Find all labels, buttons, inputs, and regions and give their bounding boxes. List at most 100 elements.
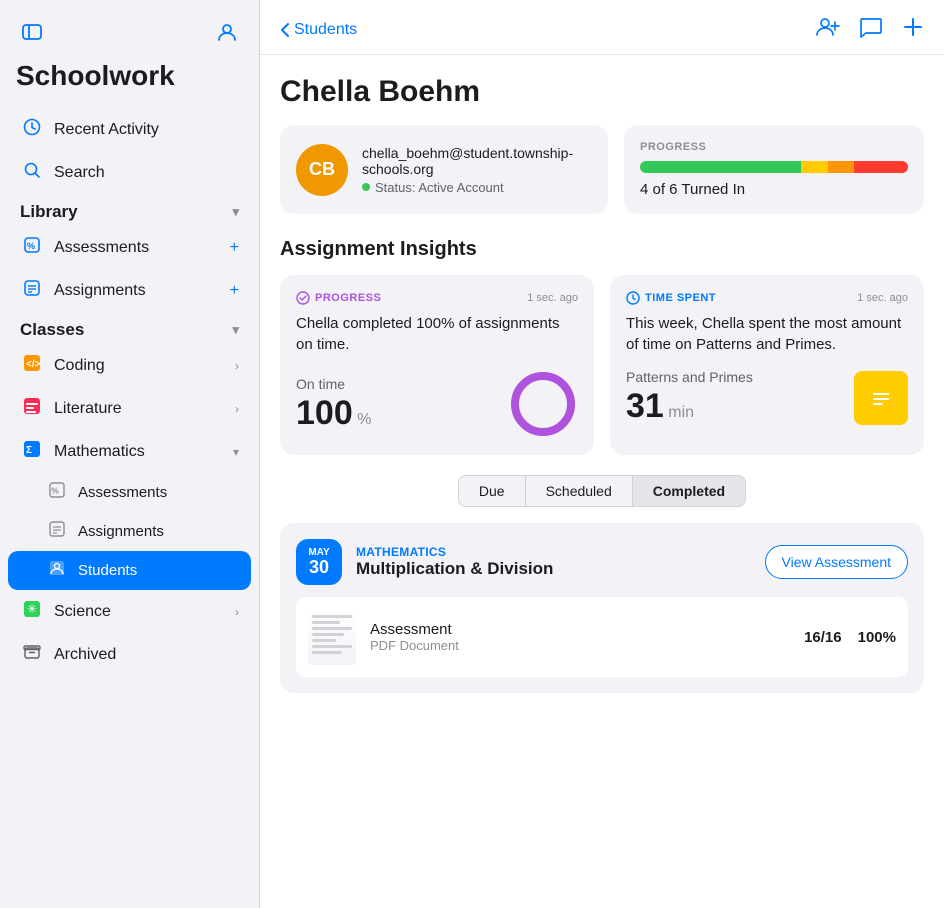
date-month: MAY [308, 547, 329, 558]
filter-tab-due[interactable]: Due [458, 475, 526, 507]
student-avatar: CB [296, 144, 348, 196]
progress-insight-text: Chella completed 100% of assignments on … [296, 313, 578, 355]
notepad-icon [854, 371, 908, 425]
header-actions [816, 16, 924, 44]
svg-text:%: % [52, 487, 59, 496]
add-button[interactable] [902, 16, 924, 44]
classes-label: Classes [20, 320, 84, 340]
sidebar-navigation: Recent Activity Search Library ▾ % [0, 108, 259, 908]
assignment-header: MAY 30 MATHEMATICS Multiplication & Divi… [296, 539, 908, 585]
library-label: Library [20, 202, 78, 222]
mathematics-chevron-icon: ▾ [233, 445, 239, 459]
sidebar: Schoolwork Recent Activity Search [0, 0, 260, 908]
detail-info: Assessment PDF Document [370, 621, 790, 653]
status-dot-icon [362, 183, 370, 191]
patterns-label: Patterns and Primes [626, 369, 753, 385]
on-time-label: On time [296, 376, 371, 392]
progress-metric: On time 100 % [296, 369, 578, 439]
progress-bar-green [640, 161, 801, 173]
document-thumbnail [308, 609, 356, 665]
assignment-class-label: MATHEMATICS [356, 545, 751, 559]
filter-tabs: Due Scheduled Completed [280, 475, 924, 507]
sidebar-item-math-students[interactable]: Students [8, 551, 251, 590]
main-content-area: Students [260, 0, 944, 908]
sidebar-item-math-assignments[interactable]: Assignments [8, 512, 251, 551]
archived-icon [20, 643, 44, 666]
sidebar-item-coding-label: Coding [54, 357, 225, 375]
sidebar-item-science[interactable]: ✳ Science › [8, 590, 251, 633]
message-button[interactable] [860, 16, 882, 44]
detail-title: Assessment [370, 621, 790, 638]
sidebar-item-mathematics-label: Mathematics [54, 443, 223, 461]
mathematics-icon: Σ [20, 440, 44, 463]
progress-bar-yellow [801, 161, 828, 173]
sidebar-item-recent-activity-label: Recent Activity [54, 121, 239, 139]
sidebar-item-mathematics[interactable]: Σ Mathematics ▾ [8, 430, 251, 473]
sidebar-item-coding[interactable]: </> Coding › [8, 344, 251, 387]
sidebar-item-literature[interactable]: Literature › [8, 387, 251, 430]
detail-score: 16/16 100% [804, 629, 896, 646]
progress-timestamp: 1 sec. ago [527, 292, 578, 304]
progress-card: PROGRESS 4 of 6 Turned In [624, 125, 924, 214]
science-icon: ✳ [20, 600, 44, 623]
time-tag: TIME SPENT 1 sec. ago [626, 291, 908, 305]
time-insight-text: This week, Chella spent the most amount … [626, 313, 908, 355]
filter-tab-scheduled[interactable]: Scheduled [526, 475, 633, 507]
literature-chevron-icon: › [235, 402, 239, 416]
sidebar-item-literature-label: Literature [54, 400, 225, 418]
add-assessment-button[interactable]: + [230, 239, 239, 257]
sidebar-item-archived[interactable]: Archived [8, 633, 251, 676]
svg-text:Σ: Σ [26, 445, 32, 456]
main-header: Students [260, 0, 944, 55]
collapse-sidebar-button[interactable] [16, 16, 48, 48]
math-assignments-icon [46, 521, 68, 542]
sidebar-item-archived-label: Archived [54, 646, 239, 664]
sidebar-item-assessments[interactable]: % Assessments + [8, 226, 251, 269]
on-time-unit: % [357, 411, 371, 428]
insights-cards: PROGRESS 1 sec. ago Chella completed 100… [280, 275, 924, 455]
progress-card-label: PROGRESS [640, 141, 908, 153]
time-metric: Patterns and Primes 31 min [626, 369, 908, 426]
sidebar-item-recent-activity[interactable]: Recent Activity [8, 108, 251, 151]
progress-count: 4 of 6 Turned In [640, 181, 908, 198]
profile-info: chella_boehm@student.township-schools.or… [362, 145, 592, 195]
assignments-icon [20, 279, 44, 302]
progress-bar-red [854, 161, 908, 173]
progress-tag: PROGRESS 1 sec. ago [296, 291, 578, 305]
assignment-meta: MATHEMATICS Multiplication & Division [356, 545, 751, 579]
main-scrollable-content: Chella Boehm CB chella_boehm@student.tow… [260, 55, 944, 908]
back-button[interactable]: Students [280, 21, 357, 39]
assessments-icon: % [20, 236, 44, 259]
classes-chevron-icon: ▾ [232, 322, 239, 338]
sidebar-item-assignments[interactable]: Assignments + [8, 269, 251, 312]
back-label: Students [294, 21, 357, 39]
search-icon [20, 161, 44, 184]
donut-chart [508, 369, 578, 439]
status-label: Status: Active Account [375, 180, 504, 195]
student-email: chella_boehm@student.township-schools.or… [362, 145, 592, 177]
score-fraction: 16/16 [804, 629, 842, 646]
assignment-date-badge: MAY 30 [296, 539, 342, 585]
add-assignment-button[interactable]: + [230, 282, 239, 300]
profile-button[interactable] [211, 16, 243, 48]
on-time-value: 100 [296, 394, 353, 432]
science-chevron-icon: › [235, 605, 239, 619]
svg-text:%: % [27, 241, 35, 251]
add-student-button[interactable] [816, 16, 840, 44]
assignment-name: Multiplication & Division [356, 559, 751, 579]
sidebar-item-math-assessments[interactable]: % Assessments [8, 473, 251, 512]
profile-card: CB chella_boehm@student.township-schools… [280, 125, 608, 214]
view-assessment-button[interactable]: View Assessment [765, 545, 908, 579]
time-insight-card: TIME SPENT 1 sec. ago This week, Chella … [610, 275, 924, 455]
classes-section-header[interactable]: Classes ▾ [8, 312, 251, 344]
sidebar-item-search[interactable]: Search [8, 151, 251, 194]
assignment-detail: Assessment PDF Document 16/16 100% [296, 597, 908, 677]
svg-text:✳: ✳ [27, 602, 37, 616]
coding-icon: </> [20, 354, 44, 377]
time-tag-label: TIME SPENT [645, 292, 716, 304]
library-section-header[interactable]: Library ▾ [8, 194, 251, 226]
filter-tab-completed[interactable]: Completed [633, 475, 746, 507]
app-title: Schoolwork [0, 56, 259, 108]
progress-bar [640, 161, 908, 173]
students-icon [46, 560, 68, 581]
